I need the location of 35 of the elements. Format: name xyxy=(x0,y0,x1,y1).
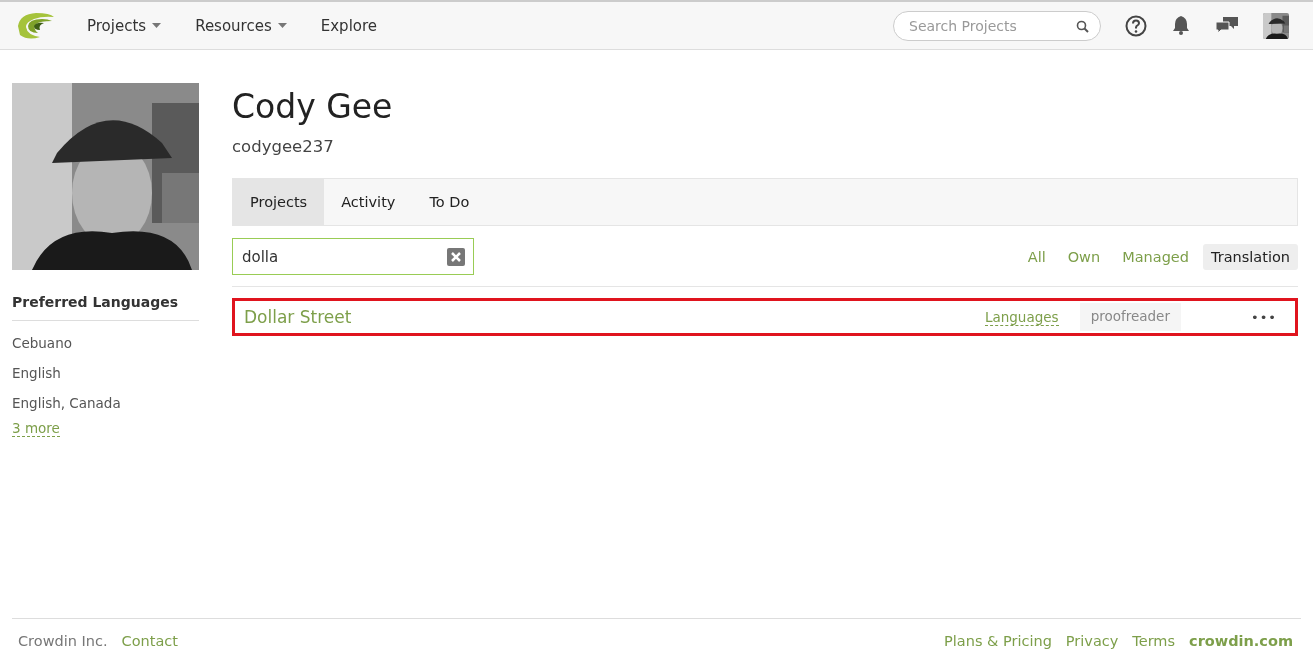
bell-icon[interactable] xyxy=(1171,15,1191,36)
filter-field[interactable]: dolla xyxy=(232,238,474,275)
tab[interactable]: Activity xyxy=(324,179,413,225)
language-item: English, Canada xyxy=(12,394,122,413)
filter-button[interactable]: Managed xyxy=(1114,243,1197,270)
footer-link[interactable]: Contact xyxy=(121,633,178,649)
search-icon xyxy=(1076,19,1089,33)
company-name: Crowdin Inc. xyxy=(18,633,108,649)
caret-icon xyxy=(277,23,287,28)
footer-link[interactable]: Plans & Pricing xyxy=(944,633,1052,649)
role-tag: proofreader xyxy=(1079,303,1181,331)
project-link[interactable]: Dollar Street xyxy=(244,307,985,327)
nav-menu[interactable]: Explore xyxy=(320,16,378,35)
caret-icon xyxy=(152,23,162,28)
clear-icon[interactable] xyxy=(447,248,465,266)
footer-link[interactable]: Terms xyxy=(1132,633,1176,649)
section-title: Preferred Languages xyxy=(12,294,199,321)
filter-button[interactable]: All xyxy=(1019,243,1054,270)
more-link[interactable]: 3 more xyxy=(12,420,60,437)
footer-link[interactable]: Privacy xyxy=(1065,633,1119,649)
profile-name: Cody Gee xyxy=(232,87,394,126)
username: codygee237 xyxy=(232,137,335,156)
language-item: English xyxy=(12,364,62,383)
search-field[interactable]: Search Projects xyxy=(893,10,1101,41)
nav-menu[interactable]: Resources xyxy=(195,16,287,35)
tab[interactable]: Projects xyxy=(233,179,325,225)
tab[interactable]: To Do xyxy=(412,179,487,225)
more-button[interactable]: ••• xyxy=(1251,309,1277,325)
filter-button[interactable]: Translation xyxy=(1203,243,1298,270)
help-icon[interactable] xyxy=(1125,14,1147,37)
nav-menu[interactable]: Projects xyxy=(87,16,162,35)
language-item: Cebuano xyxy=(12,334,73,353)
filter-button[interactable]: Own xyxy=(1059,243,1109,270)
languages-link[interactable]: Languages xyxy=(984,308,1059,326)
footer-link[interactable]: crowdin.com xyxy=(1189,633,1293,649)
